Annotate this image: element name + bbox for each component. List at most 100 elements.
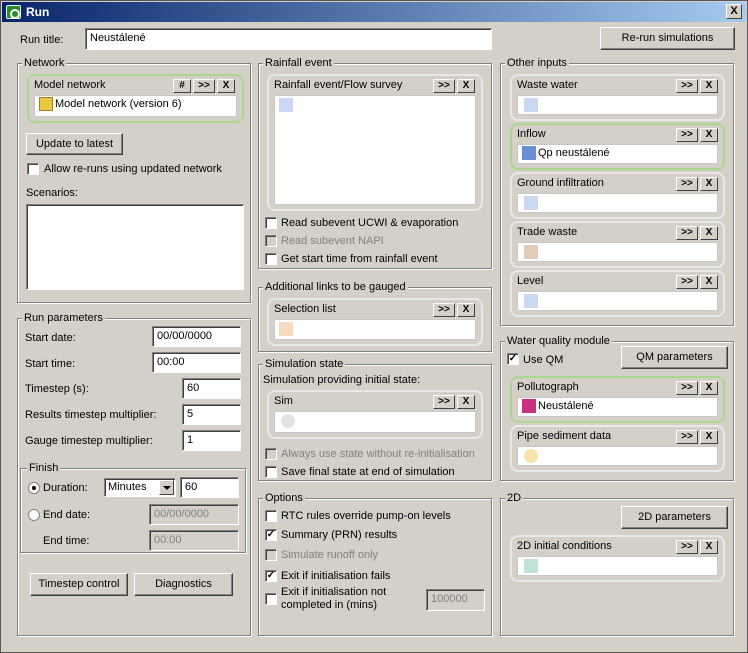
update-to-latest-button[interactable]: Update to latest: [26, 133, 123, 155]
runoff-only-checkbox[interactable]: [265, 549, 277, 561]
rerun-simulations-button[interactable]: Re-run simulations: [600, 27, 735, 50]
level-well[interactable]: [517, 291, 718, 311]
waste-water-panel[interactable]: Waste water >> X: [510, 74, 725, 121]
duration-unit-select[interactable]: Minutes: [104, 478, 176, 497]
twod-initial-icon: [524, 559, 538, 573]
rainfall-clear-button[interactable]: X: [457, 79, 475, 93]
rainfall-more-button[interactable]: >>: [433, 79, 455, 93]
selection-list-well[interactable]: [274, 319, 476, 340]
inflow-panel[interactable]: Inflow >> X Qp neustálené: [510, 123, 725, 170]
end-date-radio[interactable]: [28, 509, 40, 521]
twod-initial-clear-button[interactable]: X: [700, 540, 718, 554]
trade-waste-more-button[interactable]: >>: [676, 226, 698, 240]
sim-clear-button[interactable]: X: [457, 395, 475, 409]
pipe-sediment-more-button[interactable]: >>: [676, 430, 698, 444]
save-final-state-checkbox[interactable]: [265, 466, 277, 478]
selection-list-title: Selection list: [274, 303, 336, 315]
twod-initial-conditions-panel[interactable]: 2D initial conditions >> X: [510, 535, 725, 582]
twod-initial-well[interactable]: [517, 556, 718, 576]
pollutograph-more-button[interactable]: >>: [676, 381, 698, 395]
duration-unit-value: Minutes: [108, 481, 147, 493]
diagnostics-button[interactable]: Diagnostics: [134, 573, 233, 596]
exit-fail-label: Exit if initialisation fails: [281, 570, 391, 582]
allow-reruns-checkbox[interactable]: [27, 163, 39, 175]
trade-waste-title: Trade waste: [517, 226, 578, 238]
selection-list-panel[interactable]: Selection list >> X: [267, 298, 483, 346]
pipe-sediment-well[interactable]: [517, 446, 718, 466]
options-group-label: Options: [263, 492, 305, 504]
ground-infiltration-clear-button[interactable]: X: [700, 177, 718, 191]
inflow-item[interactable]: Qp neustálené: [522, 146, 610, 160]
close-button[interactable]: X: [726, 4, 742, 19]
pollutograph-clear-button[interactable]: X: [700, 381, 718, 395]
sim-icon: [281, 414, 295, 428]
inflow-more-button[interactable]: >>: [676, 128, 698, 142]
exit-mins-input[interactable]: 100000: [426, 589, 485, 611]
use-qm-label: Use QM: [523, 354, 564, 366]
selection-list-more-button[interactable]: >>: [433, 303, 455, 317]
summary-checkbox[interactable]: ✓: [265, 529, 277, 541]
inflow-title: Inflow: [517, 128, 546, 140]
start-time-input[interactable]: 00:00: [152, 352, 241, 373]
start-date-input[interactable]: 00/00/0000: [152, 326, 241, 347]
waste-water-clear-button[interactable]: X: [700, 79, 718, 93]
sim-panel[interactable]: Sim >> X: [267, 390, 483, 439]
pollutograph-panel[interactable]: Pollutograph >> X Neustálené: [510, 376, 725, 423]
level-more-button[interactable]: >>: [676, 275, 698, 289]
duration-label: Duration:: [43, 482, 88, 494]
twod-group-label: 2D: [505, 492, 524, 504]
model-network-item[interactable]: Model network (version 6): [39, 97, 182, 111]
rainfall-panel[interactable]: Rainfall event/Flow survey >> X: [267, 74, 483, 211]
model-network-panel[interactable]: Model network # >> X Model network (vers…: [27, 74, 244, 123]
chevron-down-icon[interactable]: [159, 480, 174, 495]
end-date-input[interactable]: 00/00/0000: [149, 504, 239, 525]
exit-not-completed-checkbox[interactable]: [265, 593, 277, 605]
timestep-input[interactable]: 60: [182, 378, 241, 399]
use-qm-checkbox[interactable]: ✓: [507, 353, 519, 365]
run-title-input[interactable]: Neustálené: [85, 28, 492, 50]
model-network-hash-button[interactable]: #: [173, 79, 191, 93]
level-panel[interactable]: Level >> X: [510, 270, 725, 317]
trade-waste-well[interactable]: [517, 242, 718, 262]
sim-well[interactable]: [274, 411, 476, 433]
end-time-input[interactable]: 00:00: [149, 530, 239, 551]
read-napi-label: Read subevent NAPI: [281, 235, 384, 247]
read-napi-checkbox[interactable]: [265, 235, 277, 247]
level-title: Level: [517, 275, 544, 287]
pipe-sediment-clear-button[interactable]: X: [700, 430, 718, 444]
waste-water-well[interactable]: [517, 95, 718, 115]
gauge-multiplier-input[interactable]: 1: [182, 430, 241, 451]
read-ucwi-checkbox[interactable]: [265, 217, 277, 229]
ground-infiltration-more-button[interactable]: >>: [676, 177, 698, 191]
title-bar: Run X: [2, 2, 746, 22]
network-group-label: Network: [22, 57, 67, 69]
rainfall-well[interactable]: [274, 95, 476, 205]
rtc-checkbox[interactable]: [265, 510, 277, 522]
waste-water-more-button[interactable]: >>: [676, 79, 698, 93]
get-start-time-checkbox[interactable]: [265, 253, 277, 265]
model-network-clear-button[interactable]: X: [217, 79, 235, 93]
trade-waste-clear-button[interactable]: X: [700, 226, 718, 240]
scenarios-list[interactable]: [26, 204, 244, 290]
trade-waste-panel[interactable]: Trade waste >> X: [510, 221, 725, 268]
qm-parameters-button[interactable]: QM parameters: [621, 346, 728, 369]
duration-radio[interactable]: [28, 482, 40, 494]
timestep-control-button[interactable]: Timestep control: [30, 573, 128, 596]
ground-infiltration-well[interactable]: [517, 193, 718, 213]
exit-fail-checkbox[interactable]: ✓: [265, 570, 277, 582]
rainfall-panel-title: Rainfall event/Flow survey: [274, 79, 403, 91]
selection-list-clear-button[interactable]: X: [457, 303, 475, 317]
pollutograph-item[interactable]: Neustálené: [522, 399, 594, 413]
results-multiplier-input[interactable]: 5: [182, 404, 241, 425]
twod-parameters-button[interactable]: 2D parameters: [621, 506, 728, 529]
ground-infiltration-panel[interactable]: Ground infiltration >> X: [510, 172, 725, 219]
run-title-label: Run title:: [20, 34, 64, 46]
pipe-sediment-panel[interactable]: Pipe sediment data >> X: [510, 425, 725, 472]
inflow-clear-button[interactable]: X: [700, 128, 718, 142]
sim-more-button[interactable]: >>: [433, 395, 455, 409]
duration-value-input[interactable]: 60: [180, 477, 239, 498]
always-use-state-checkbox[interactable]: [265, 448, 277, 460]
model-network-more-button[interactable]: >>: [193, 79, 215, 93]
twod-initial-more-button[interactable]: >>: [676, 540, 698, 554]
level-clear-button[interactable]: X: [700, 275, 718, 289]
